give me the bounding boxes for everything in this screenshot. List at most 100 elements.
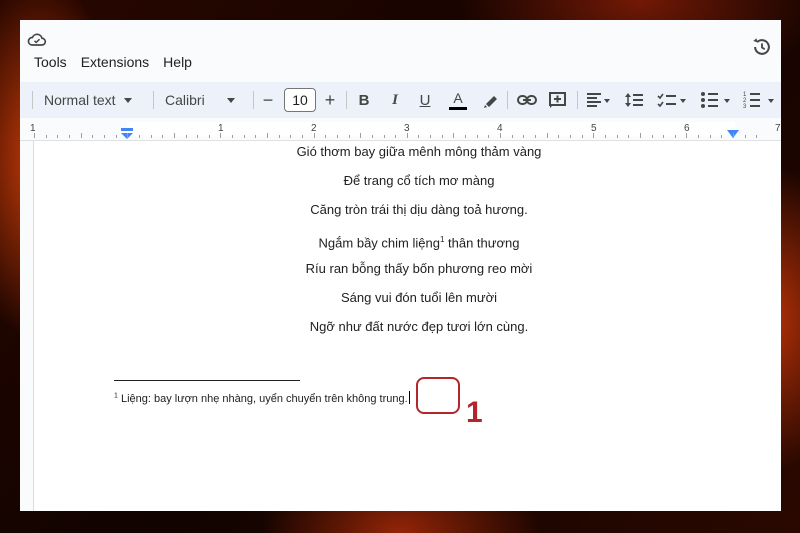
ruler-tick — [348, 135, 350, 138]
underline-button[interactable]: U — [415, 82, 435, 118]
toolbar-separator — [346, 91, 347, 109]
ruler-tick — [57, 135, 59, 138]
formatting-toolbar: Normal text Calibri − 10 + B I U A 1 2 3 — [20, 82, 781, 118]
ruler-tick — [558, 135, 560, 138]
ruler-tick — [523, 135, 525, 138]
ruler-tick — [604, 135, 606, 138]
poem-line: Ngỡ như đất nước đẹp tươi lớn cùng. — [309, 319, 529, 335]
menu-help[interactable]: Help — [163, 54, 192, 70]
ruler-tick — [651, 135, 653, 138]
ruler-tick — [569, 135, 571, 138]
ruler-tick — [80, 133, 82, 138]
italic-button[interactable]: I — [385, 82, 405, 118]
ruler-tick — [371, 135, 373, 138]
checklist-icon[interactable] — [656, 82, 690, 118]
cloud-saved-icon[interactable] — [27, 32, 47, 48]
ruler-tick — [138, 135, 140, 138]
ruler-tick — [674, 135, 676, 138]
ruler-tick — [162, 135, 164, 138]
ruler-tick — [616, 135, 618, 138]
ruler-tick — [535, 135, 536, 138]
text-color-label: A — [453, 89, 463, 106]
ruler-tick — [395, 135, 397, 138]
poem-line: Ngắm bầy chim liệng1 thân thương — [20, 231, 781, 260]
ruler-tick — [453, 133, 455, 138]
annotation-step-number: 1 — [466, 396, 483, 429]
menu-bar: Tools Extensions Help — [34, 54, 192, 70]
ruler-tick — [232, 135, 234, 138]
ruler-tick — [278, 135, 280, 138]
footnote-text: Liệng: bay lượn nhẹ nhàng, uyển chuyển t… — [117, 393, 408, 405]
ruler-tick — [115, 135, 117, 138]
poem-body[interactable]: Gió thơm bay giữa mênh mông thảm vàng Để… — [20, 143, 781, 347]
toolbar-separator — [507, 91, 508, 109]
font-size-field[interactable]: 10 — [283, 82, 317, 118]
annotation-highlight-box — [416, 377, 460, 414]
ruler-tick — [581, 135, 583, 138]
ruler-tick — [383, 135, 385, 138]
svg-text:3: 3 — [743, 104, 747, 110]
ruler-tick — [593, 133, 595, 138]
toolbar-separator — [153, 91, 154, 109]
ruler-number: 7 — [775, 123, 781, 134]
ruler-tick — [103, 135, 105, 138]
menu-extensions[interactable]: Extensions — [81, 54, 149, 70]
ruler-tick — [441, 135, 443, 138]
ruler-tick — [313, 133, 315, 138]
add-comment-icon[interactable] — [548, 82, 568, 118]
text-cursor — [408, 391, 410, 404]
ruler-tick — [45, 135, 47, 138]
ruler-tick — [220, 133, 222, 138]
toolbar-separator — [253, 91, 254, 109]
ruler-tick — [465, 135, 467, 138]
style-dropdown[interactable]: Normal text — [44, 82, 146, 118]
ruler-tick — [698, 135, 700, 138]
ruler-tick — [267, 133, 268, 138]
ruler-tick — [290, 135, 292, 138]
ruler-tick — [639, 133, 641, 138]
line-spacing-icon[interactable] — [624, 82, 644, 118]
ruler-tick — [488, 135, 490, 138]
ruler-tick — [418, 135, 420, 138]
font-dropdown[interactable]: Calibri — [165, 82, 245, 118]
ruler-tick — [511, 135, 513, 138]
ruler-tick — [34, 133, 35, 138]
poem-line-text: thân thương — [444, 234, 520, 250]
ruler-tick — [208, 135, 210, 138]
ruler-tick — [69, 135, 70, 138]
ruler-tick — [476, 135, 478, 138]
ruler-tick — [546, 133, 548, 138]
text-color-button[interactable]: A — [447, 82, 469, 118]
ruler-tick — [721, 135, 723, 138]
numbered-list-icon[interactable]: 123 — [742, 82, 778, 118]
menu-tools[interactable]: Tools — [34, 54, 67, 70]
chevron-down-icon — [123, 97, 132, 103]
bulleted-list-icon[interactable] — [700, 82, 734, 118]
version-history-icon[interactable] — [751, 36, 773, 58]
ruler[interactable]: 1 1 2 3 4 5 6 7 — [20, 118, 781, 141]
decrease-font-size-button[interactable]: − — [258, 82, 278, 118]
ruler-tick — [92, 135, 94, 138]
footnote[interactable]: 1 Liệng: bay lượn nhẹ nhàng, uyển chuyển… — [114, 391, 410, 405]
align-left-icon[interactable] — [585, 82, 611, 118]
chevron-down-icon — [226, 97, 235, 103]
ruler-tick — [325, 135, 327, 138]
ruler-tick — [243, 135, 245, 138]
ruler-tick — [709, 135, 711, 138]
bold-button[interactable]: B — [354, 82, 374, 118]
text-color-swatch — [449, 106, 467, 110]
docs-window: Tools Extensions Help Normal text Calibr… — [20, 20, 781, 511]
ruler-tick — [406, 133, 408, 138]
ruler-tick — [173, 133, 175, 138]
footnote-separator — [114, 380, 300, 381]
toolbar-separator — [32, 91, 33, 109]
ruler-tick — [430, 135, 432, 138]
ruler-tick — [500, 133, 501, 138]
style-dropdown-label: Normal text — [44, 92, 116, 108]
ruler-tick — [150, 135, 152, 138]
increase-font-size-button[interactable]: + — [320, 82, 340, 118]
insert-link-icon[interactable] — [516, 82, 538, 118]
highlighter-icon[interactable] — [480, 82, 500, 118]
poem-line: Để trang cổ tích mơ màng — [343, 173, 495, 189]
font-dropdown-label: Calibri — [165, 92, 205, 108]
